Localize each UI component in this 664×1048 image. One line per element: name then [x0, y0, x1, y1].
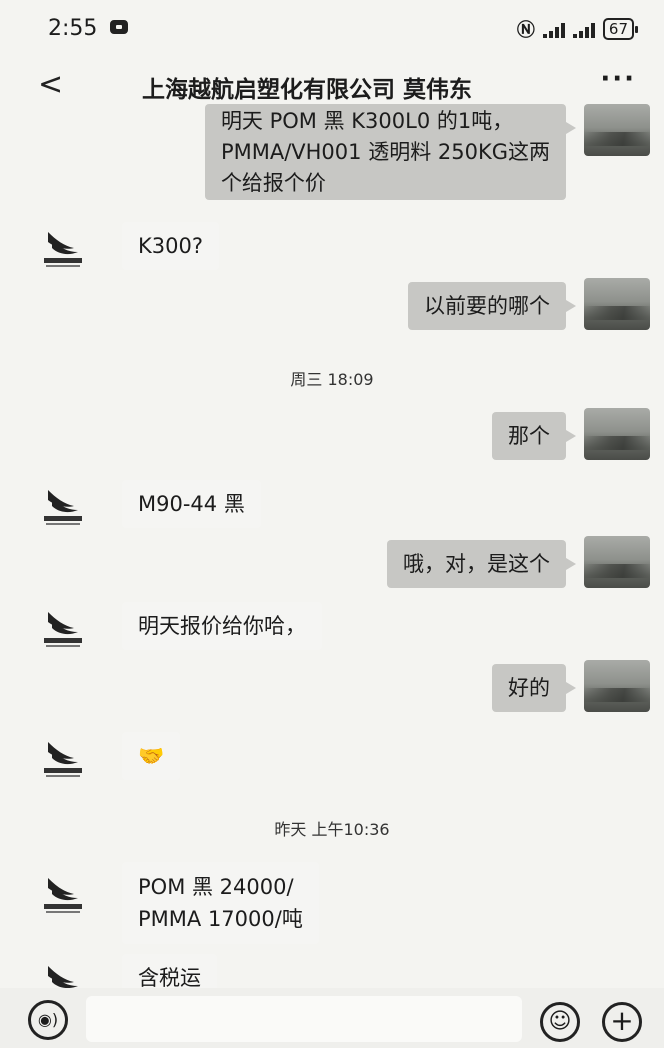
message-text: 个给报个价 [220, 171, 326, 195]
avatar[interactable] [38, 606, 88, 650]
message-input[interactable] [86, 996, 522, 1042]
message-text: M90-44 黑 [138, 492, 245, 516]
avatar[interactable] [584, 278, 650, 330]
chevron-left-icon[interactable]: < [38, 68, 68, 102]
company-logo-icon [44, 612, 82, 647]
message-text: 哦，对，是这个 [403, 552, 550, 576]
message-bubble[interactable]: 好的 [492, 664, 576, 712]
message-bubble[interactable]: 哦，对，是这个 [387, 540, 576, 588]
message-list[interactable]: 明天 POM 黑 K300L0 的1吨， PMMA/VH001 透明料 250K… [0, 104, 664, 988]
message-text: 明天 POM 黑 K300L0 的1吨， [220, 109, 514, 133]
message-text: POM 黑 24000/ [138, 875, 294, 899]
signal-icon [542, 20, 565, 38]
plus-icon[interactable]: + [602, 1002, 642, 1042]
status-time: 2:55 [48, 16, 98, 41]
message-text: 明天报价给你哈， [138, 614, 306, 638]
status-indicators: Ⓝ 67 [516, 16, 639, 42]
timestamp: 昨天 上午10:36 [274, 820, 390, 839]
avatar[interactable] [584, 660, 650, 712]
avatar[interactable] [38, 736, 88, 780]
message-bubble[interactable]: 明天 POM 黑 K300L0 的1吨， PMMA/VH001 透明料 250K… [204, 104, 577, 200]
message-text: 以前要的哪个 [424, 294, 550, 318]
message-text: 好的 [508, 676, 550, 700]
signal-icon-2 [572, 20, 595, 38]
avatar[interactable] [38, 872, 88, 916]
chat-title: 上海越航启塑化有限公司 莫伟东 [142, 77, 473, 103]
message-bubble[interactable]: POM 黑 24000/ PMMA 17000/吨 [122, 862, 319, 944]
input-bar: ◉) ☺ + [0, 988, 664, 1048]
avatar[interactable] [38, 484, 88, 528]
battery-icon: 67 [602, 18, 639, 40]
message-text: 那个 [508, 424, 550, 448]
notification-icon [110, 20, 128, 34]
company-logo-icon [44, 490, 82, 525]
emoji-icon[interactable]: ☺ [540, 1002, 580, 1042]
company-logo-icon [44, 742, 82, 777]
message-bubble[interactable]: M90-44 黑 [122, 480, 261, 528]
message-text: 含税运 [138, 966, 201, 988]
message-text: K300? [138, 234, 203, 258]
avatar[interactable] [584, 536, 650, 588]
nfc-icon: Ⓝ [516, 20, 535, 41]
status-bar: 2:55 Ⓝ 67 [0, 0, 664, 60]
avatar[interactable] [38, 960, 88, 988]
company-logo-icon [48, 966, 78, 988]
message-bubble[interactable]: 🤝 [122, 732, 181, 780]
message-bubble[interactable]: 以前要的哪个 [408, 282, 576, 330]
message-bubble[interactable]: 那个 [492, 412, 576, 460]
chat-header: < 上海越航启塑化有限公司 莫伟东 ··· [0, 60, 664, 110]
message-bubble[interactable]: 含税运 [122, 954, 217, 988]
message-text: PMMA/VH001 透明料 250KG这两 [220, 140, 550, 164]
voice-icon[interactable]: ◉) [28, 1000, 68, 1040]
avatar[interactable] [38, 226, 88, 270]
handshake-emoji: 🤝 [138, 744, 165, 768]
message-bubble[interactable]: 明天报价给你哈， [122, 602, 322, 650]
more-dots-icon[interactable]: ··· [600, 64, 636, 94]
avatar[interactable] [584, 408, 650, 460]
company-logo-icon [44, 232, 82, 267]
message-text: PMMA 17000/吨 [138, 907, 303, 931]
company-logo-icon [44, 878, 82, 913]
avatar[interactable] [584, 104, 650, 156]
timestamp: 周三 18:09 [290, 370, 374, 389]
message-bubble[interactable]: K300? [122, 222, 219, 270]
